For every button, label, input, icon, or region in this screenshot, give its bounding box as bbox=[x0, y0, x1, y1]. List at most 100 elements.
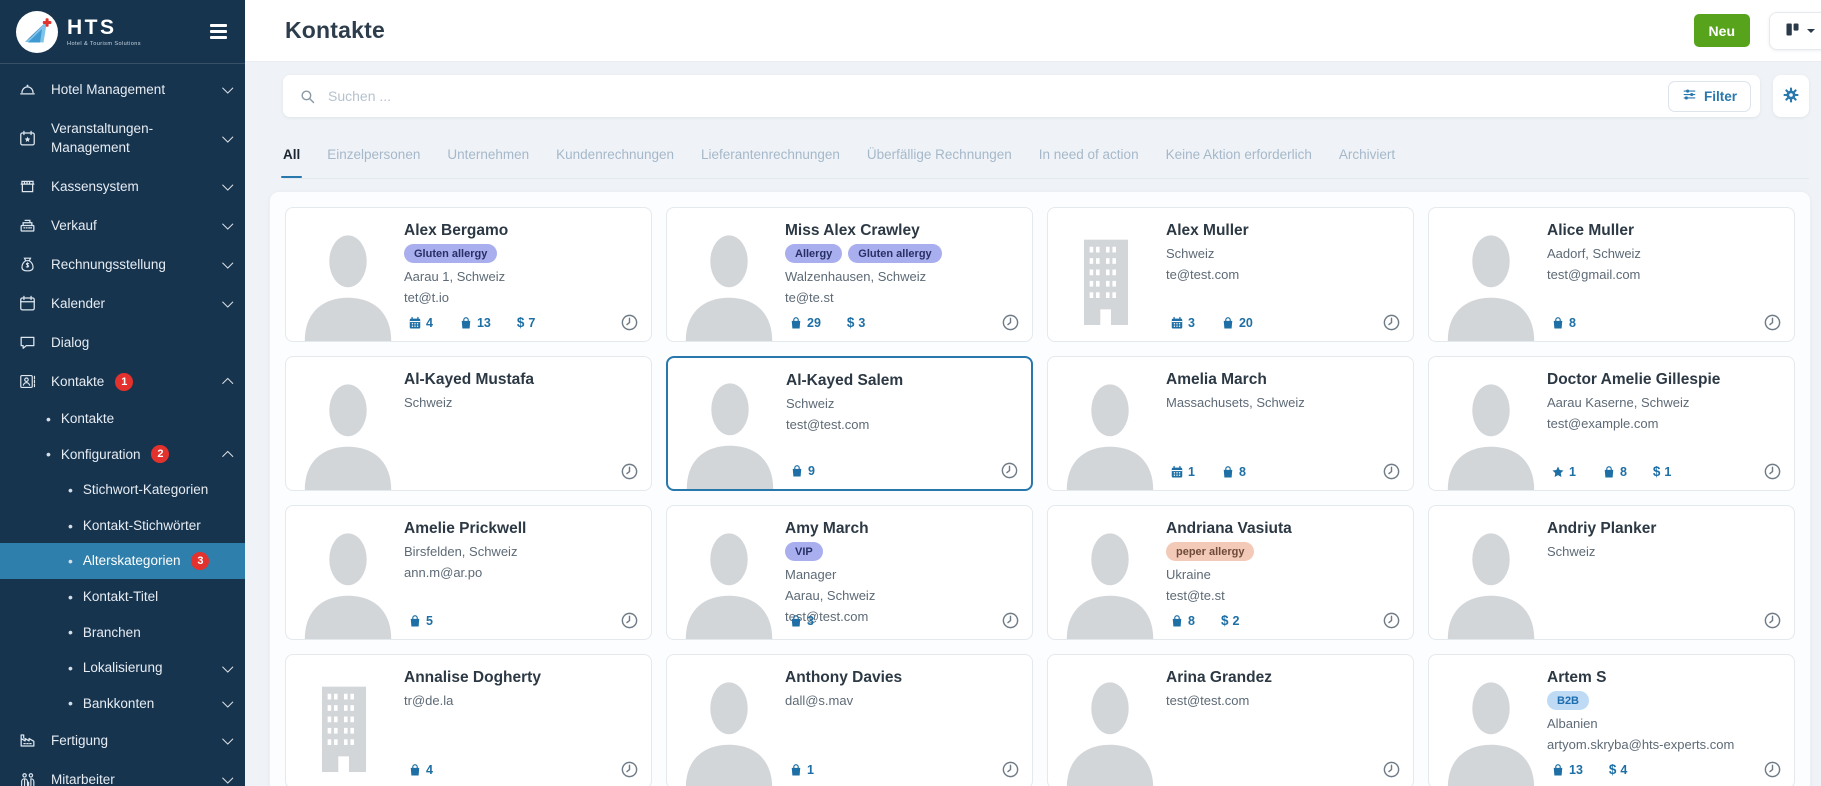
tab-all[interactable]: All bbox=[283, 147, 300, 162]
contact-tag: Gluten allergy bbox=[848, 244, 941, 263]
bullet-icon: • bbox=[46, 412, 51, 426]
sidebar-item-lokalisierung[interactable]: • Lokalisierung bbox=[0, 650, 245, 686]
clock-icon[interactable] bbox=[1382, 462, 1401, 481]
tab-lieferantenrechnungen[interactable]: Lieferantenrechnungen bbox=[701, 147, 840, 162]
contact-card[interactable]: Al-Kayed Salem Schweiztest@test.com 9 bbox=[666, 356, 1033, 491]
page-title: Kontakte bbox=[285, 17, 1694, 44]
search-input[interactable] bbox=[316, 88, 1668, 104]
main-area: Kontakte Neu bbox=[245, 0, 1821, 786]
sidebar-item-konfiguration[interactable]: • Konfiguration 2 bbox=[0, 437, 245, 473]
contact-card[interactable]: Andriy Planker Schweiz bbox=[1428, 505, 1795, 640]
tab-archiviert[interactable]: Archiviert bbox=[1339, 147, 1395, 162]
sidebar-item-veranstaltungen-management[interactable]: Veranstaltungen-Management bbox=[0, 109, 245, 167]
contact-card[interactable]: Doctor Amelie Gillespie Aarau Kaserne, S… bbox=[1428, 356, 1795, 491]
cash-till-icon bbox=[18, 177, 38, 197]
clock-icon[interactable] bbox=[620, 611, 639, 630]
nav-label: Dialog bbox=[51, 333, 89, 353]
nav-label: Kontakte bbox=[61, 409, 114, 429]
clock-icon[interactable] bbox=[1382, 313, 1401, 332]
contact-card[interactable]: Alice Muller Aadorf, Schweiztest@gmail.c… bbox=[1428, 207, 1795, 342]
person-avatar bbox=[1048, 655, 1166, 786]
contact-lines: Birsfelden, Schweizann.m@ar.po bbox=[404, 544, 639, 580]
sidebar-item-kontakte[interactable]: • Kontakte bbox=[0, 401, 245, 437]
contact-card[interactable]: Miss Alex Crawley AllergyGluten allergy … bbox=[666, 207, 1033, 342]
contact-card[interactable]: Amy March VIP ManagerAarau, Schweiztest@… bbox=[666, 505, 1033, 640]
clock-icon[interactable] bbox=[620, 462, 639, 481]
contact-card[interactable]: Alex Bergamo Gluten allergy Aarau 1, Sch… bbox=[285, 207, 652, 342]
tab-in-need-of-action[interactable]: In need of action bbox=[1039, 147, 1139, 162]
clock-icon[interactable] bbox=[1382, 611, 1401, 630]
menu-toggle-icon[interactable] bbox=[208, 20, 229, 42]
contact-lines: Schweiz bbox=[1547, 544, 1782, 559]
clock-icon[interactable] bbox=[1001, 760, 1020, 779]
sidebar-item-mitarbeiter[interactable]: Mitarbeiter bbox=[0, 760, 245, 786]
nav-label: Rechnungsstellung bbox=[51, 255, 166, 275]
sidebar-item-kontakte[interactable]: Kontakte 1 bbox=[0, 362, 245, 401]
dollar-stat: $4 bbox=[1609, 762, 1627, 777]
contact-info: Amelie Prickwell Birsfelden, Schweizann.… bbox=[404, 506, 651, 639]
sidebar-item-bankkonten[interactable]: • Bankkonten bbox=[0, 686, 245, 722]
nav-label: Stichwort-Kategorien bbox=[83, 480, 208, 500]
view-switcher-button[interactable] bbox=[1769, 12, 1821, 50]
clock-icon[interactable] bbox=[620, 760, 639, 779]
contact-detail-line: test@test.com bbox=[786, 417, 1019, 432]
logo[interactable]: HTS Hotel & Tourism Solutions bbox=[0, 0, 245, 64]
new-button[interactable]: Neu bbox=[1694, 14, 1750, 47]
bullet-icon: • bbox=[68, 590, 73, 604]
stat-row: 13$4 bbox=[1551, 762, 1627, 777]
contact-card[interactable]: Andriana Vasiuta peper allergy Ukrainete… bbox=[1047, 505, 1414, 640]
clock-icon[interactable] bbox=[1000, 461, 1019, 480]
contacts-panel: Alex Bergamo Gluten allergy Aarau 1, Sch… bbox=[269, 191, 1811, 786]
contact-card[interactable]: Amelia March Massachusets, Schweiz 18 bbox=[1047, 356, 1414, 491]
clock-icon[interactable] bbox=[1001, 313, 1020, 332]
contact-card-icon bbox=[18, 372, 38, 392]
sidebar-item-kontakt-titel[interactable]: • Kontakt-Titel bbox=[0, 579, 245, 615]
tab-kundenrechnungen[interactable]: Kundenrechnungen bbox=[556, 147, 674, 162]
dollar-stat: $3 bbox=[847, 315, 865, 330]
contact-card[interactable]: Amelie Prickwell Birsfelden, Schweizann.… bbox=[285, 505, 652, 640]
clock-icon[interactable] bbox=[1763, 760, 1782, 779]
sidebar-item-hotel-management[interactable]: Hotel Management bbox=[0, 70, 245, 109]
contact-card[interactable]: Annalise Dogherty tr@de.la 4 bbox=[285, 654, 652, 786]
clock-icon[interactable] bbox=[1763, 313, 1782, 332]
dollar-stat: $1 bbox=[1653, 464, 1671, 479]
clock-icon[interactable] bbox=[620, 313, 639, 332]
sidebar-item-alterskategorien[interactable]: • Alterskategorien 3 bbox=[0, 543, 245, 579]
contact-card[interactable]: Anthony Davies dall@s.mav 1 bbox=[666, 654, 1033, 786]
dollar-stat: $2 bbox=[1221, 613, 1239, 628]
contact-card[interactable]: Arina Grandez test@test.com bbox=[1047, 654, 1414, 786]
chevron-up-icon bbox=[222, 378, 233, 389]
filter-button[interactable]: Filter bbox=[1668, 81, 1751, 112]
clock-icon[interactable] bbox=[1763, 462, 1782, 481]
bag-icon bbox=[1221, 316, 1235, 330]
clock-icon[interactable] bbox=[1382, 760, 1401, 779]
contact-name: Amelia March bbox=[1166, 371, 1401, 389]
tab-einzelpersonen[interactable]: Einzelpersonen bbox=[327, 147, 420, 162]
tab-unternehmen[interactable]: Unternehmen bbox=[447, 147, 529, 162]
clock-icon[interactable] bbox=[1001, 611, 1020, 630]
sidebar-item-branchen[interactable]: • Branchen bbox=[0, 615, 245, 651]
contact-detail-line: Ukraine bbox=[1166, 567, 1401, 582]
sidebar-item-verkauf[interactable]: Verkauf bbox=[0, 206, 245, 245]
bag-icon bbox=[408, 763, 422, 777]
sidebar-item-rechnungsstellung[interactable]: Rechnungsstellung bbox=[0, 245, 245, 284]
tab-keine-aktion-erforderlich[interactable]: Keine Aktion erforderlich bbox=[1166, 147, 1312, 162]
clock-icon[interactable] bbox=[1763, 611, 1782, 630]
sidebar-item-fertigung[interactable]: Fertigung bbox=[0, 721, 245, 760]
contact-detail-line: artyom.skryba@hts-experts.com bbox=[1547, 737, 1782, 752]
bullet-icon: • bbox=[68, 625, 73, 639]
sidebar-item-kontakt-stichw-rter[interactable]: • Kontakt-Stichwörter bbox=[0, 508, 245, 544]
sidebar-item-stichwort-kategorien[interactable]: • Stichwort-Kategorien bbox=[0, 472, 245, 508]
sidebar-item-kassensystem[interactable]: Kassensystem bbox=[0, 167, 245, 206]
contact-card[interactable]: Alex Muller Schweizte@test.com 320 bbox=[1047, 207, 1414, 342]
bag-stat: 20 bbox=[1221, 316, 1253, 330]
bullet-icon: • bbox=[68, 519, 73, 533]
contact-card[interactable]: Al-Kayed Mustafa Schweiz bbox=[285, 356, 652, 491]
sidebar-item-kalender[interactable]: Kalender bbox=[0, 284, 245, 323]
contact-grid: Alex Bergamo Gluten allergy Aarau 1, Sch… bbox=[285, 207, 1795, 786]
settings-button[interactable] bbox=[1773, 75, 1809, 117]
tab-berf-llige-rechnungen[interactable]: Überfällige Rechnungen bbox=[867, 147, 1012, 162]
sidebar-item-dialog[interactable]: Dialog bbox=[0, 323, 245, 362]
contact-card[interactable]: Artem S B2B Albanienartyom.skryba@hts-ex… bbox=[1428, 654, 1795, 786]
nav-label: Lokalisierung bbox=[83, 658, 163, 678]
